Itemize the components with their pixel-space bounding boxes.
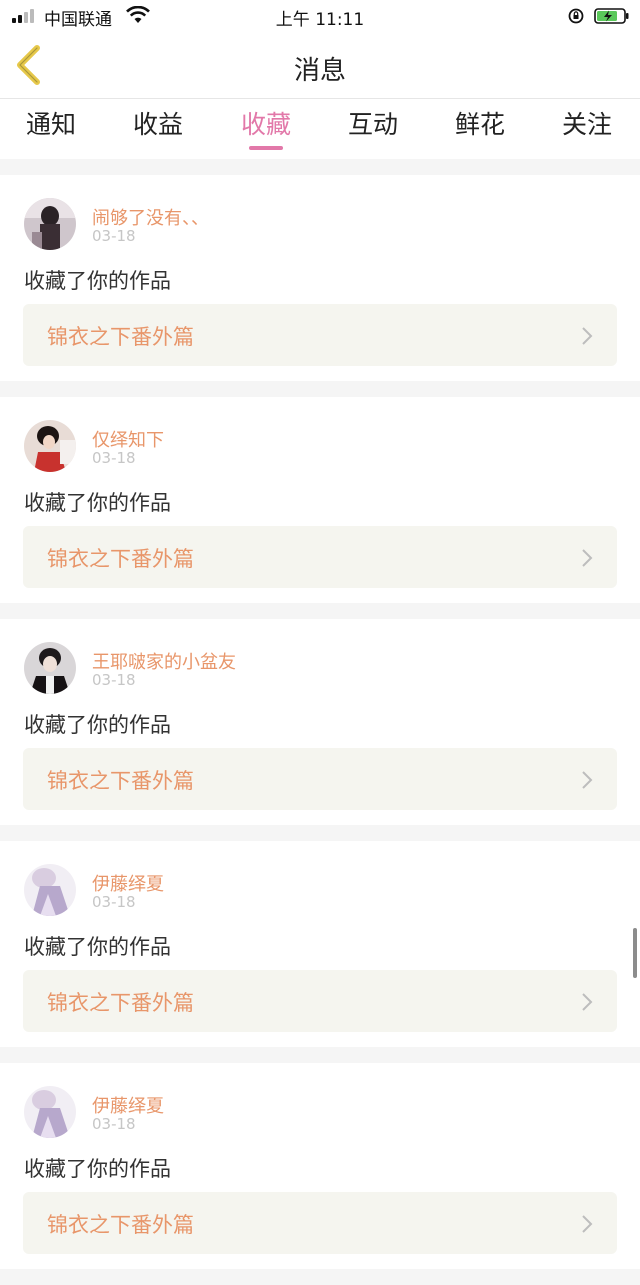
tab-interactions[interactable]: 互动 [323, 105, 423, 141]
scrollbar[interactable] [633, 928, 637, 978]
work-link[interactable]: 锦衣之下番外篇 [23, 748, 617, 810]
work-title: 锦衣之下番外篇 [47, 325, 194, 349]
avatar[interactable] [24, 420, 76, 472]
avatar[interactable] [24, 1086, 76, 1138]
work-link[interactable]: 锦衣之下番外篇 [23, 1192, 617, 1254]
work-title: 锦衣之下番外篇 [47, 769, 194, 793]
tab-flowers[interactable]: 鲜花 [430, 105, 530, 141]
status-bar: 中国联通 上午 11:11 [0, 0, 640, 32]
rotation-lock-icon [568, 8, 584, 24]
tab-bar: 通知 收益 收藏 互动 鲜花 关注 [0, 98, 640, 159]
favorites-feed: 闹够了没有、、 03-18 收藏了你的作品 锦衣之下番外篇 仅绎知下 03-18… [0, 175, 640, 1285]
action-text: 收藏了你的作品 [24, 713, 171, 737]
list-item: 王耶啵家的小盆友 03-18 收藏了你的作品 锦衣之下番外篇 [0, 619, 640, 825]
tab-earnings[interactable]: 收益 [108, 105, 208, 141]
tab-label: 鲜花 [454, 110, 505, 139]
page-title: 消息 [293, 56, 346, 86]
chevron-right-icon [582, 993, 593, 1011]
action-text: 收藏了你的作品 [24, 491, 171, 515]
work-link[interactable]: 锦衣之下番外篇 [23, 526, 617, 588]
chevron-right-icon [582, 549, 593, 567]
tab-label: 收藏 [240, 110, 291, 139]
tab-following[interactable]: 关注 [537, 105, 637, 141]
work-title: 锦衣之下番外篇 [47, 991, 194, 1015]
avatar[interactable] [24, 198, 76, 250]
action-text: 收藏了你的作品 [24, 1157, 171, 1181]
work-link[interactable]: 锦衣之下番外篇 [23, 304, 617, 366]
work-title: 锦衣之下番外篇 [47, 1213, 194, 1237]
status-time: 上午 11:11 [275, 10, 365, 30]
list-item: 伊藤绎夏 03-18 收藏了你的作品 锦衣之下番外篇 [0, 1063, 640, 1269]
tab-favorites[interactable]: 收藏 [216, 105, 316, 150]
work-title: 锦衣之下番外篇 [47, 547, 194, 571]
list-item: 闹够了没有、、 03-18 收藏了你的作品 锦衣之下番外篇 [0, 175, 640, 381]
battery-charging-icon [594, 8, 629, 24]
chevron-right-icon [582, 327, 593, 345]
chevron-right-icon [582, 771, 593, 789]
list-item: 伊藤绎夏 03-18 收藏了你的作品 锦衣之下番外篇 [0, 841, 640, 1047]
timestamp: 03-18 [92, 893, 136, 911]
action-text: 收藏了你的作品 [24, 935, 171, 959]
timestamp: 03-18 [92, 671, 136, 689]
work-link[interactable]: 锦衣之下番外篇 [23, 970, 617, 1032]
tab-label: 关注 [561, 110, 612, 139]
timestamp: 03-18 [92, 449, 136, 467]
timestamp: 03-18 [92, 227, 136, 245]
tab-label: 收益 [132, 110, 183, 139]
tab-notifications[interactable]: 通知 [1, 105, 101, 141]
action-text: 收藏了你的作品 [24, 269, 171, 293]
active-tab-indicator [249, 146, 283, 150]
chevron-right-icon [582, 1215, 593, 1233]
avatar[interactable] [24, 642, 76, 694]
timestamp: 03-18 [92, 1115, 136, 1133]
nav-bar: 消息 [0, 32, 640, 98]
tab-label: 通知 [25, 110, 76, 139]
tab-label: 互动 [347, 110, 398, 139]
list-item: 仅绎知下 03-18 收藏了你的作品 锦衣之下番外篇 [0, 397, 640, 603]
avatar[interactable] [24, 864, 76, 916]
